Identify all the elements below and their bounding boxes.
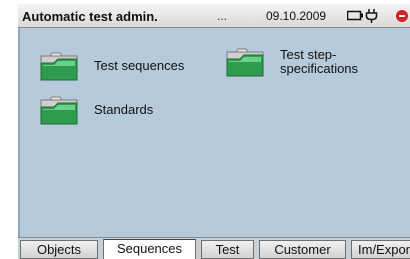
content-area: Test sequences Test step- specifications… (18, 28, 410, 237)
date-display: 09.10.2009 (266, 9, 327, 23)
folder-icon (226, 48, 264, 77)
test-step-specifications-label: Test step- specifications (280, 47, 359, 76)
standards-label: Standards (94, 102, 154, 117)
standards-item[interactable]: Standards (40, 95, 153, 125)
test-step-specifications-item[interactable]: Test step- specifications (226, 47, 358, 77)
battery-icon (347, 10, 363, 21)
tab-sequences[interactable]: Sequences (103, 239, 196, 259)
tab-test[interactable]: Test (201, 240, 254, 259)
title-dots: ... (217, 9, 228, 23)
tab-bar: Objects Sequences Test Customer Im/Expor (18, 237, 410, 259)
folder-icon (40, 52, 78, 81)
title-bar: Automatic test admin. ... 09.10.2009 (18, 4, 410, 28)
test-sequences-item[interactable]: Test sequences (40, 51, 184, 81)
tab-customer[interactable]: Customer (259, 240, 346, 259)
folder-icon (40, 96, 78, 125)
stop-icon[interactable] (395, 9, 409, 23)
app-window: Automatic test admin. ... 09.10.2009 Tes… (18, 4, 410, 259)
plug-icon (365, 9, 378, 23)
tab-im-export[interactable]: Im/Expor (351, 240, 410, 259)
app-title: Automatic test admin. (22, 9, 158, 24)
tab-objects[interactable]: Objects (20, 240, 98, 259)
test-sequences-label: Test sequences (94, 58, 185, 73)
